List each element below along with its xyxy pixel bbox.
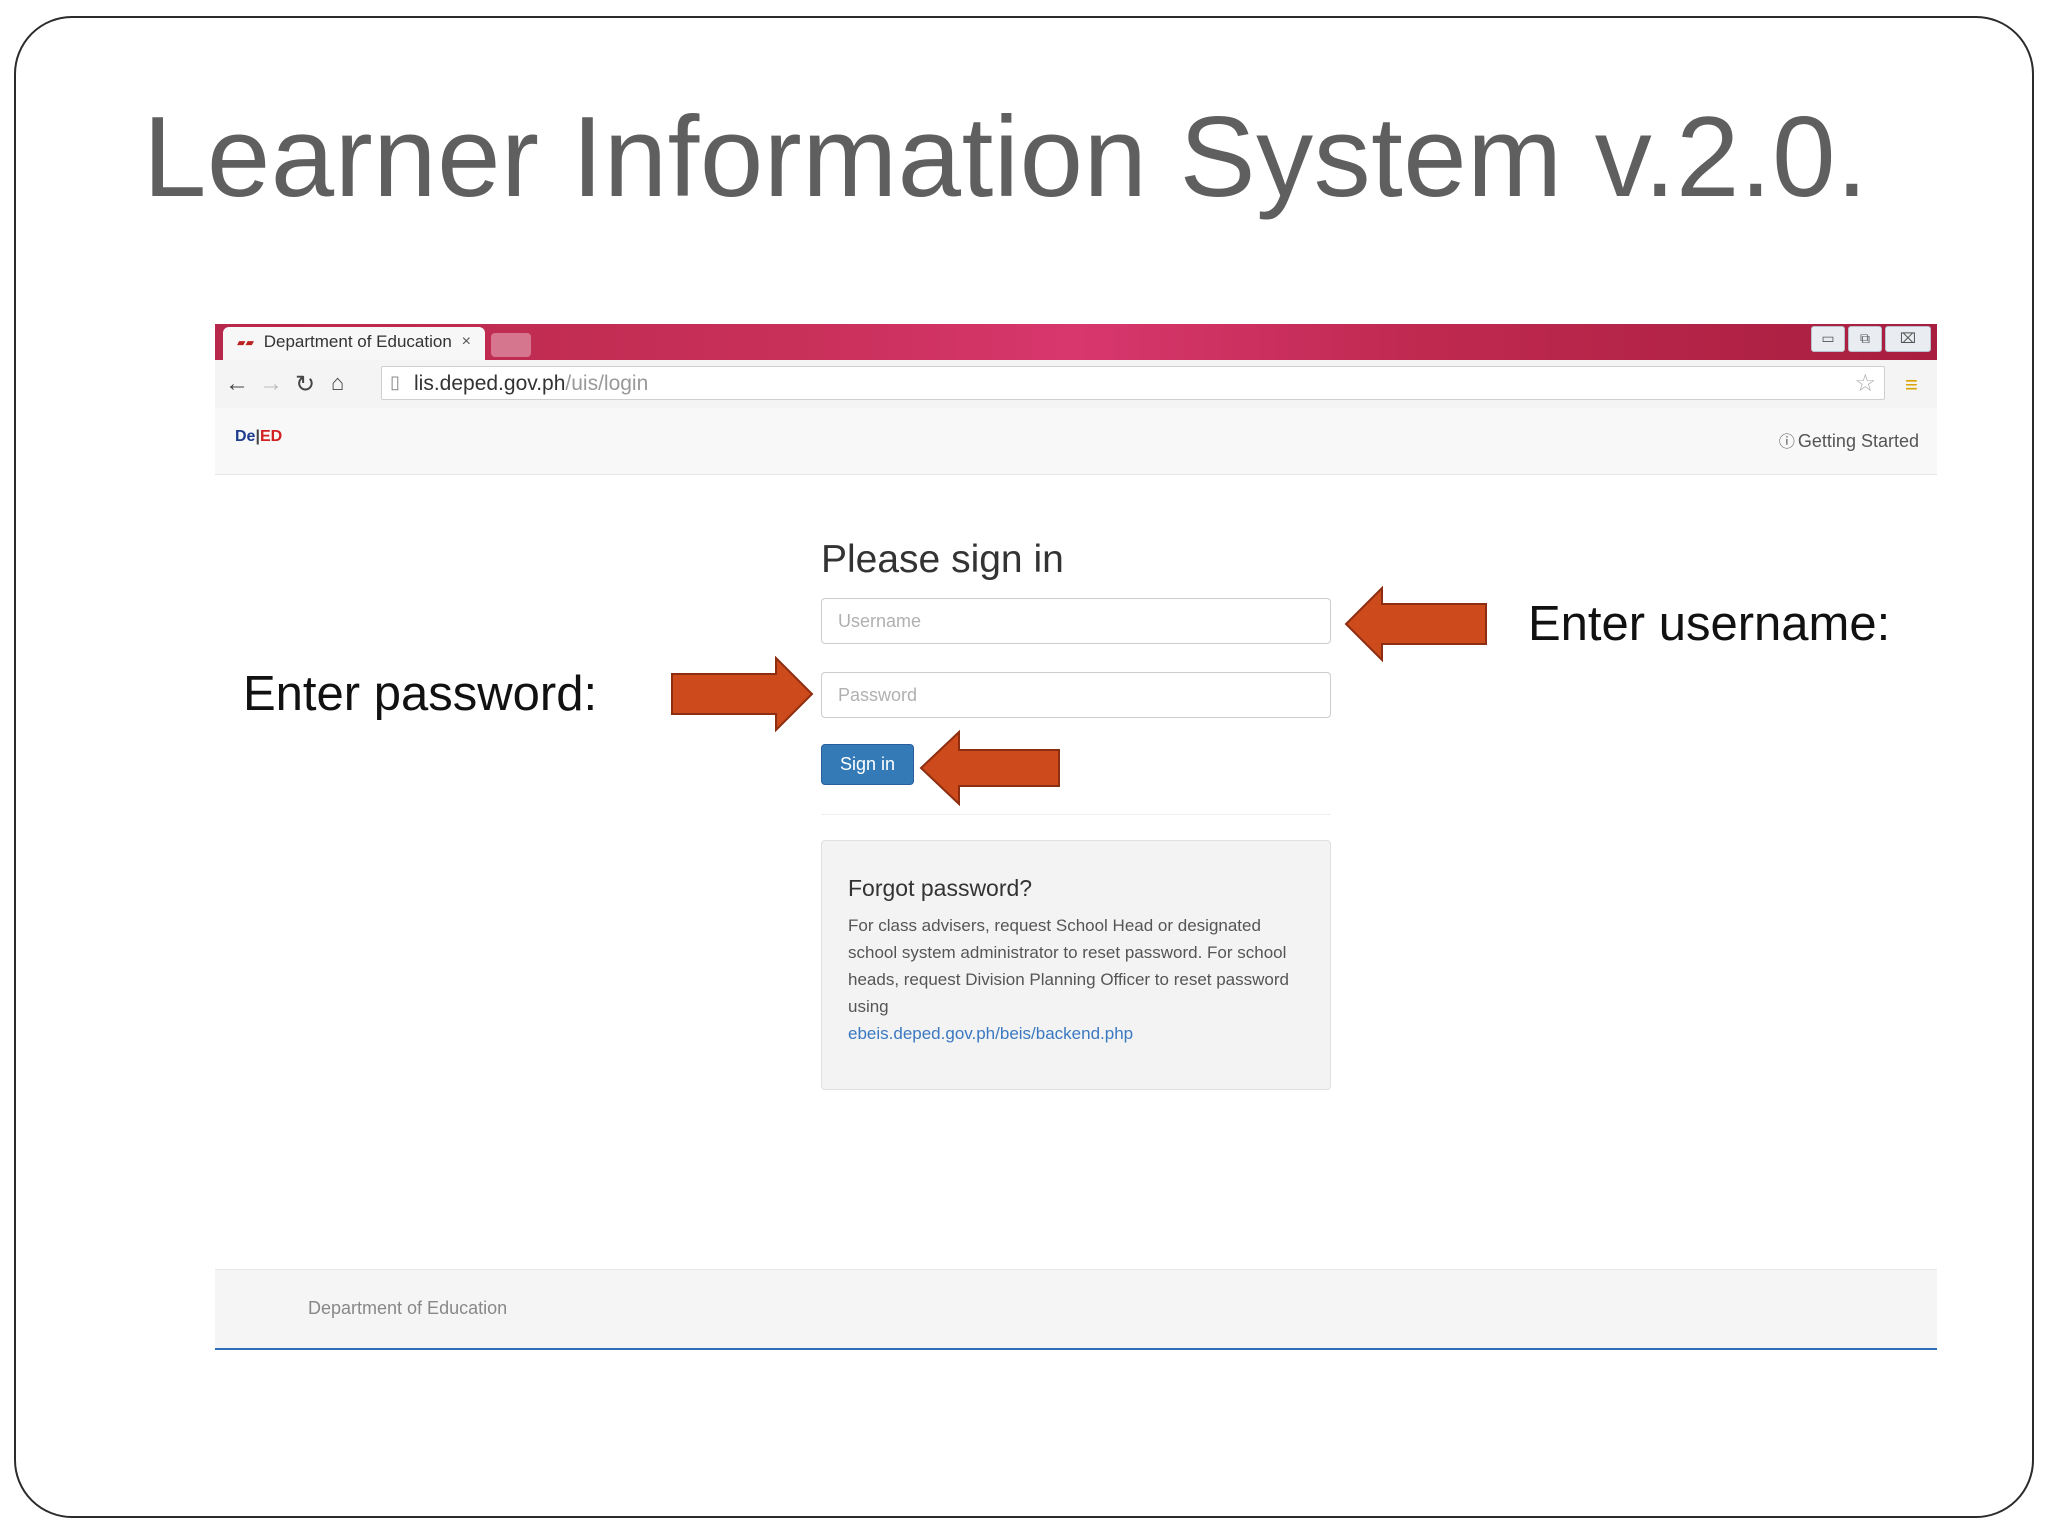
signin-arrow — [919, 730, 1060, 806]
footer-text: Department of Education — [308, 1298, 508, 1318]
tab-close-icon[interactable]: × — [462, 333, 471, 351]
page-icon: ▯ — [390, 372, 400, 392]
back-arrow-icon[interactable]: ← — [225, 370, 249, 398]
tab-title: Department of Education — [263, 332, 452, 351]
browser-window: ▰▰ Department of Education × ▭ ⧉ ⌧ ← → ↻… — [215, 324, 1937, 1350]
address-bar[interactable]: ▯ lis.deped.gov.ph/uis/login ☆ — [381, 366, 1885, 400]
deped-favicon-icon: ▰▰ — [237, 337, 254, 350]
browser-toolbar: ← → ↻ ⌂ ▯ lis.deped.gov.ph/uis/login ☆ ≡ — [215, 360, 1937, 409]
password-arrow — [671, 656, 814, 732]
close-window-button[interactable]: ⌧ — [1885, 326, 1931, 352]
reload-icon[interactable]: ↻ — [295, 370, 315, 399]
tab-strip: ▰▰ Department of Education × ▭ ⧉ ⌧ — [215, 324, 1937, 360]
password-input[interactable] — [821, 672, 1331, 718]
info-circle-icon: ⓘ — [1778, 434, 1795, 451]
getting-started-link[interactable]: ⓘ Getting Started — [1779, 428, 1919, 452]
password-annotation: Enter password: — [243, 667, 598, 721]
divider — [821, 814, 1331, 815]
browser-menu-icon[interactable]: ≡ — [1905, 372, 1918, 398]
sign-in-button[interactable]: Sign in — [821, 744, 914, 785]
slide-title: Learner Information System v.2.0. — [143, 94, 1869, 221]
forgot-password-title: Forgot password? — [848, 875, 1033, 901]
window-controls: ▭ ⧉ ⌧ — [1808, 326, 1931, 352]
new-tab-button[interactable] — [491, 333, 531, 357]
forgot-password-panel: Forgot password? For class advisers, req… — [821, 840, 1331, 1090]
deped-logo[interactable]: De|ED — [235, 428, 282, 446]
username-annotation: Enter username: — [1528, 597, 1891, 651]
username-arrow — [1344, 586, 1487, 662]
forward-arrow-icon[interactable]: → — [259, 370, 283, 398]
address-url: lis.deped.gov.ph/uis/login — [414, 372, 649, 395]
username-input[interactable] — [821, 598, 1331, 644]
ebeis-backend-link[interactable]: ebeis.deped.gov.ph/beis/backend.php — [848, 1024, 1133, 1043]
home-icon[interactable]: ⌂ — [331, 370, 344, 396]
page-footer: Department of Education — [215, 1269, 1937, 1350]
forgot-password-text: For class advisers, request School Head … — [848, 916, 1289, 1016]
browser-tab[interactable]: ▰▰ Department of Education × — [223, 327, 485, 360]
signin-title: Please sign in — [821, 538, 1064, 581]
restore-button[interactable]: ⧉ — [1848, 326, 1882, 352]
bookmark-star-icon[interactable]: ☆ — [1854, 369, 1876, 398]
app-header: De|ED ⓘ Getting Started — [215, 408, 1937, 475]
minimize-button[interactable]: ▭ — [1811, 326, 1845, 352]
